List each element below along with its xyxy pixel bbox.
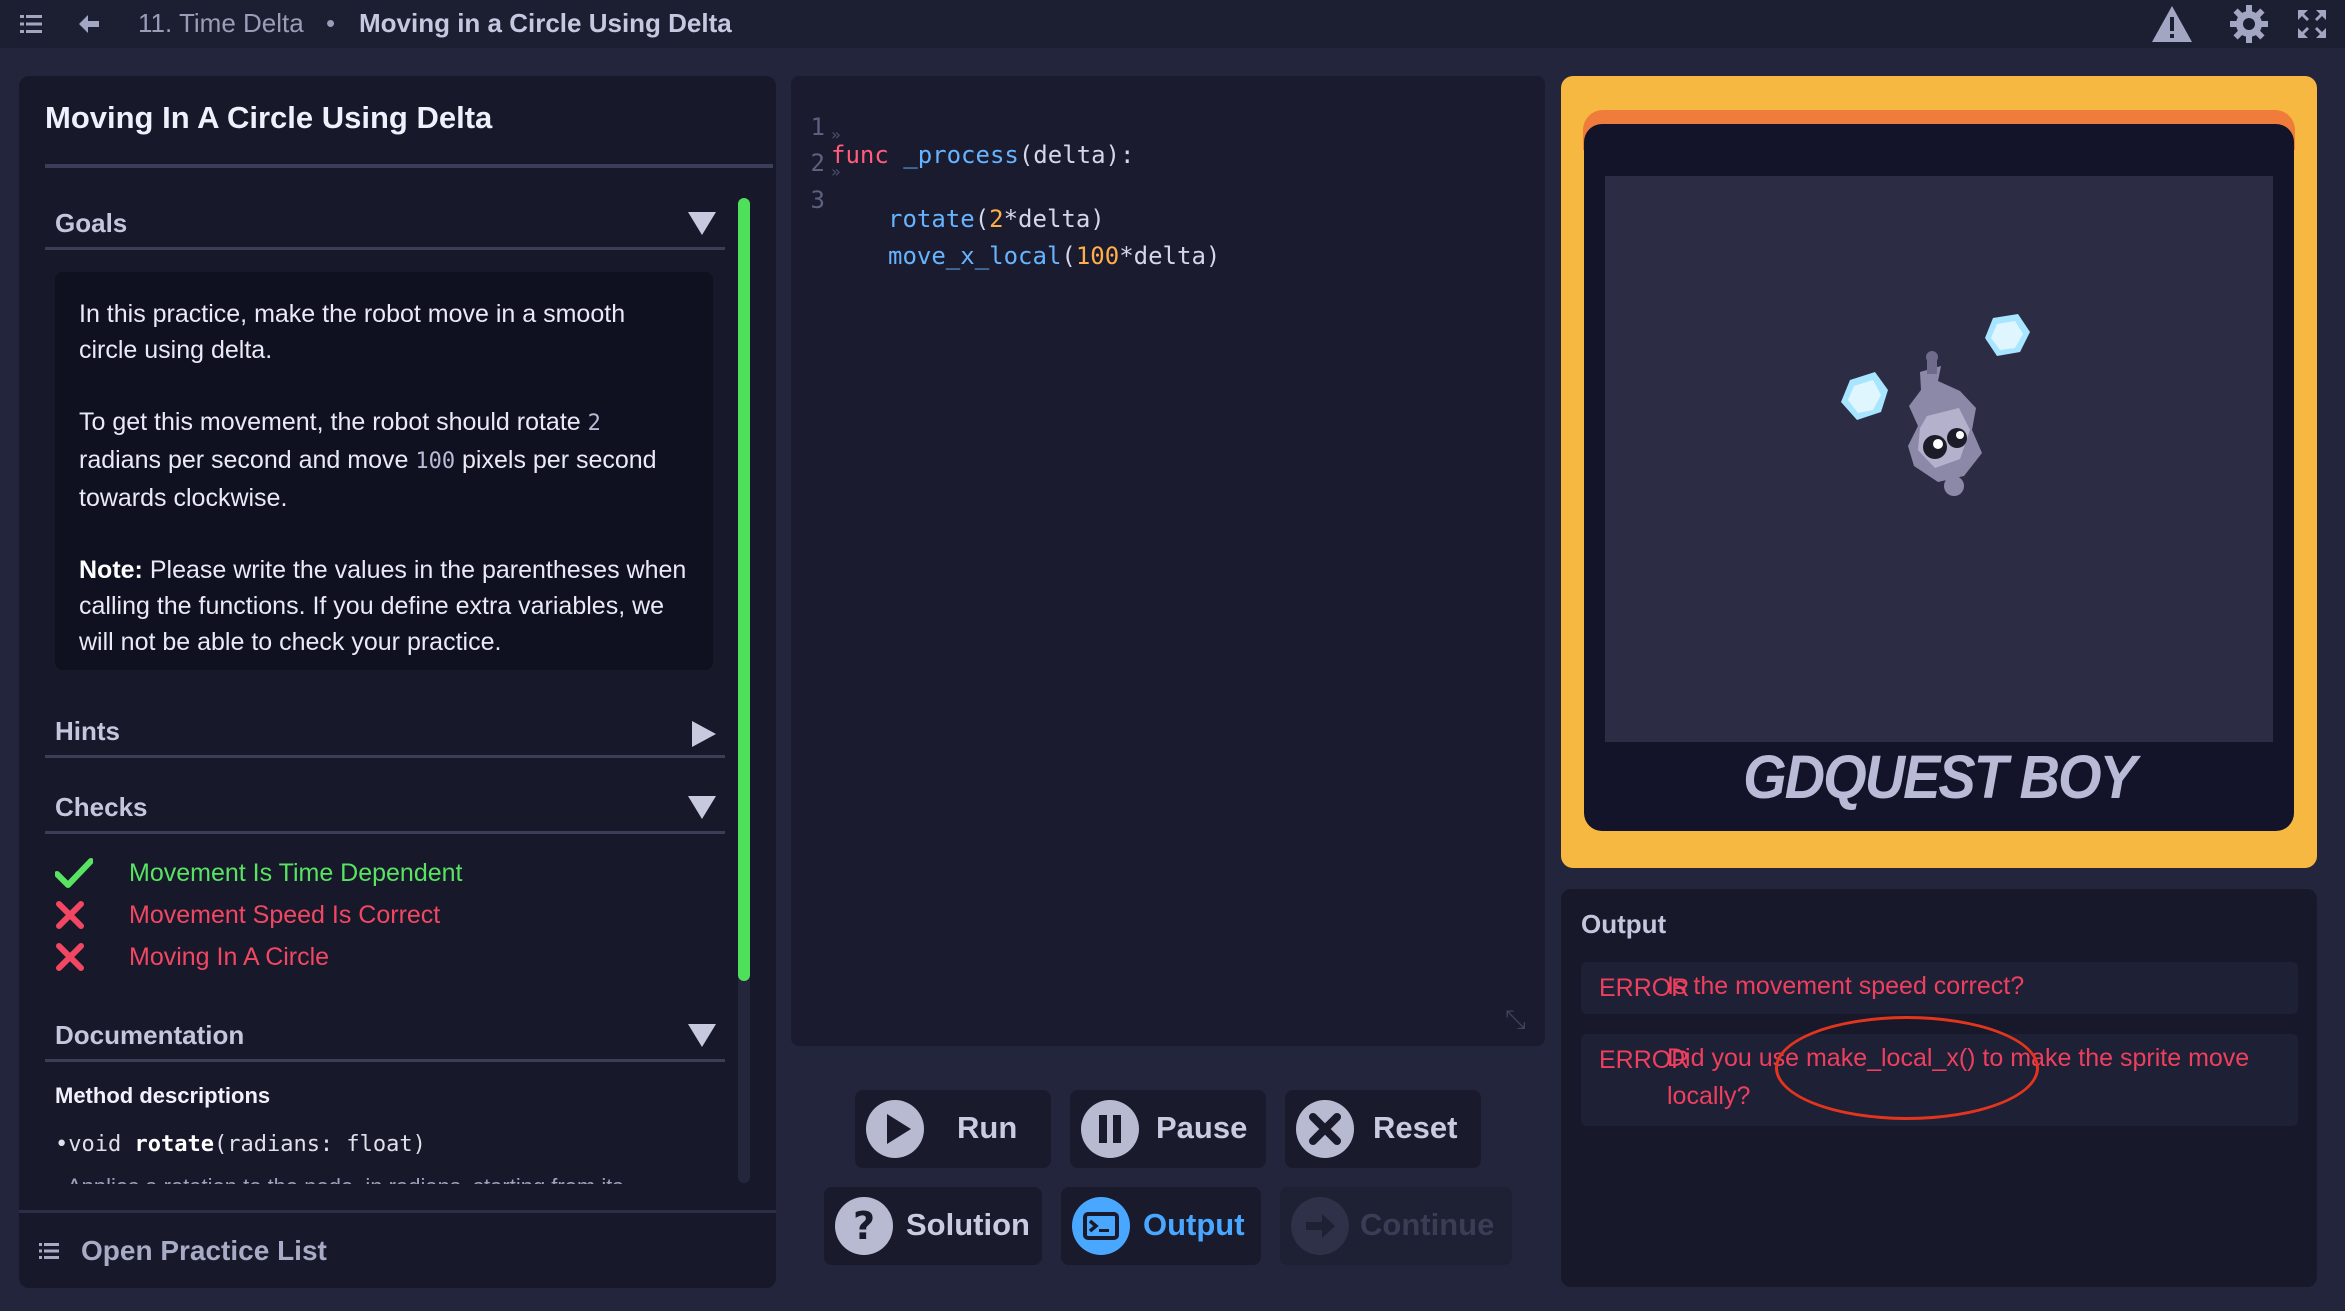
cross-icon [55,897,95,933]
reset-label: Reset [1373,1110,1458,1145]
goals-section-header[interactable]: Goals [45,202,725,250]
svg-text:?: ? [853,1204,875,1248]
title-divider [45,164,773,168]
robot-sprite-icon [1841,314,2030,496]
breadcrumb-lesson: Moving in a Circle Using Delta [359,8,732,38]
documentation-section-header[interactable]: Documentation [45,1014,725,1062]
doc-method-description: Applies a rotation to the node, in radia… [67,1170,623,1184]
documentation-label: Documentation [55,1020,245,1050]
viewport-brand-logo: GDQUEST BOY [1743,741,2137,812]
collapse-triangle-icon[interactable] [687,794,717,825]
settings-gear-icon[interactable] [2226,0,2272,48]
lesson-panel: Moving In A Circle Using Delta Goals In … [19,76,776,1288]
game-display [1605,176,2273,742]
hints-section-header[interactable]: Hints [45,710,725,758]
goals-paragraph: In this practice, make the robot move in… [79,300,626,364]
goals-label: Goals [55,208,128,238]
code-line[interactable]: 1 func _process(delta): [791,85,1135,169]
run-button[interactable]: Run [855,1090,1051,1168]
expand-triangle-icon[interactable] [691,720,717,753]
continue-button[interactable]: Continue [1280,1187,1512,1265]
solution-button[interactable]: ? Solution [824,1187,1042,1265]
goals-description: In this practice, make the robot move in… [55,272,713,670]
terminal-icon [1071,1196,1131,1256]
check-label: Movement Speed Is Correct [129,900,441,929]
code-line[interactable]: 2 » rotate(2*delta) [791,121,1105,233]
scrollbar-thumb[interactable] [738,198,750,981]
cross-icon [55,939,95,975]
resize-handle-icon[interactable]: ⤡ [1505,1004,1526,1036]
error-message: locally? [1667,1082,1751,1110]
output-title: Output [1581,909,1667,939]
annotation-circle [1775,1016,2039,1120]
indent-marker-icon: » [831,125,841,144]
indent-marker-icon: » [831,162,841,181]
open-practice-list-button[interactable]: Open Practice List [19,1210,776,1288]
pause-icon [1080,1099,1140,1159]
check-item: Movement Speed Is Correct [55,897,440,933]
hints-label: Hints [55,716,120,746]
breadcrumb-chapter[interactable]: 11. Time Delta [138,8,304,39]
check-label: Moving In A Circle [129,942,330,971]
question-icon: ? [834,1196,894,1256]
solution-label: Solution [906,1207,1030,1242]
back-arrow-icon[interactable] [72,0,106,48]
collapse-triangle-icon[interactable] [687,1022,717,1053]
warning-icon[interactable] [2150,0,2194,48]
checkmark-icon [55,855,95,891]
continue-label: Continue [1360,1207,1495,1242]
checks-label: Checks [55,792,148,822]
pause-label: Pause [1156,1110,1248,1145]
error-row: ERROR Is the movement speed correct? [1581,962,2298,1014]
output-button[interactable]: Output [1061,1187,1261,1265]
open-practice-list-label: Open Practice List [81,1234,327,1266]
lesson-title: Moving In A Circle Using Delta [45,100,493,135]
continue-arrow-icon [1290,1196,1350,1256]
goals-paragraph: To get this movement, the robot should r… [79,408,657,512]
checks-section-header[interactable]: Checks [45,786,725,834]
doc-method-signature: •void rotate(radians: float) [55,1132,426,1157]
fullscreen-icon[interactable] [2292,0,2332,48]
check-item: Moving In A Circle [55,939,329,975]
list-icon [39,1242,59,1259]
doc-subtitle: Method descriptions [55,1083,271,1108]
output-label: Output [1143,1207,1245,1242]
goals-note: Note: Please write the values in the par… [79,556,687,656]
play-icon [865,1099,925,1159]
code-line[interactable]: 3 » move_x_local(100*delta) [791,158,1221,270]
game-viewport: GDQUEST BOY [1561,76,2317,868]
check-label: Movement Is Time Dependent [129,858,463,887]
check-item: Movement Is Time Dependent [55,855,463,891]
pause-button[interactable]: Pause [1070,1090,1266,1168]
breadcrumb-separator: • [326,8,336,38]
code-editor[interactable]: 1 func _process(delta): 2 » rotate(2*del… [791,76,1545,1046]
menu-icon[interactable] [14,0,48,48]
top-bar: 11. Time Delta • Moving in a Circle Usin… [0,0,2345,48]
reset-button[interactable]: Reset [1285,1090,1481,1168]
run-label: Run [957,1110,1018,1145]
reset-x-icon [1295,1099,1355,1159]
collapse-triangle-icon[interactable] [687,210,717,241]
error-message: Is the movement speed correct? [1667,972,2025,1000]
